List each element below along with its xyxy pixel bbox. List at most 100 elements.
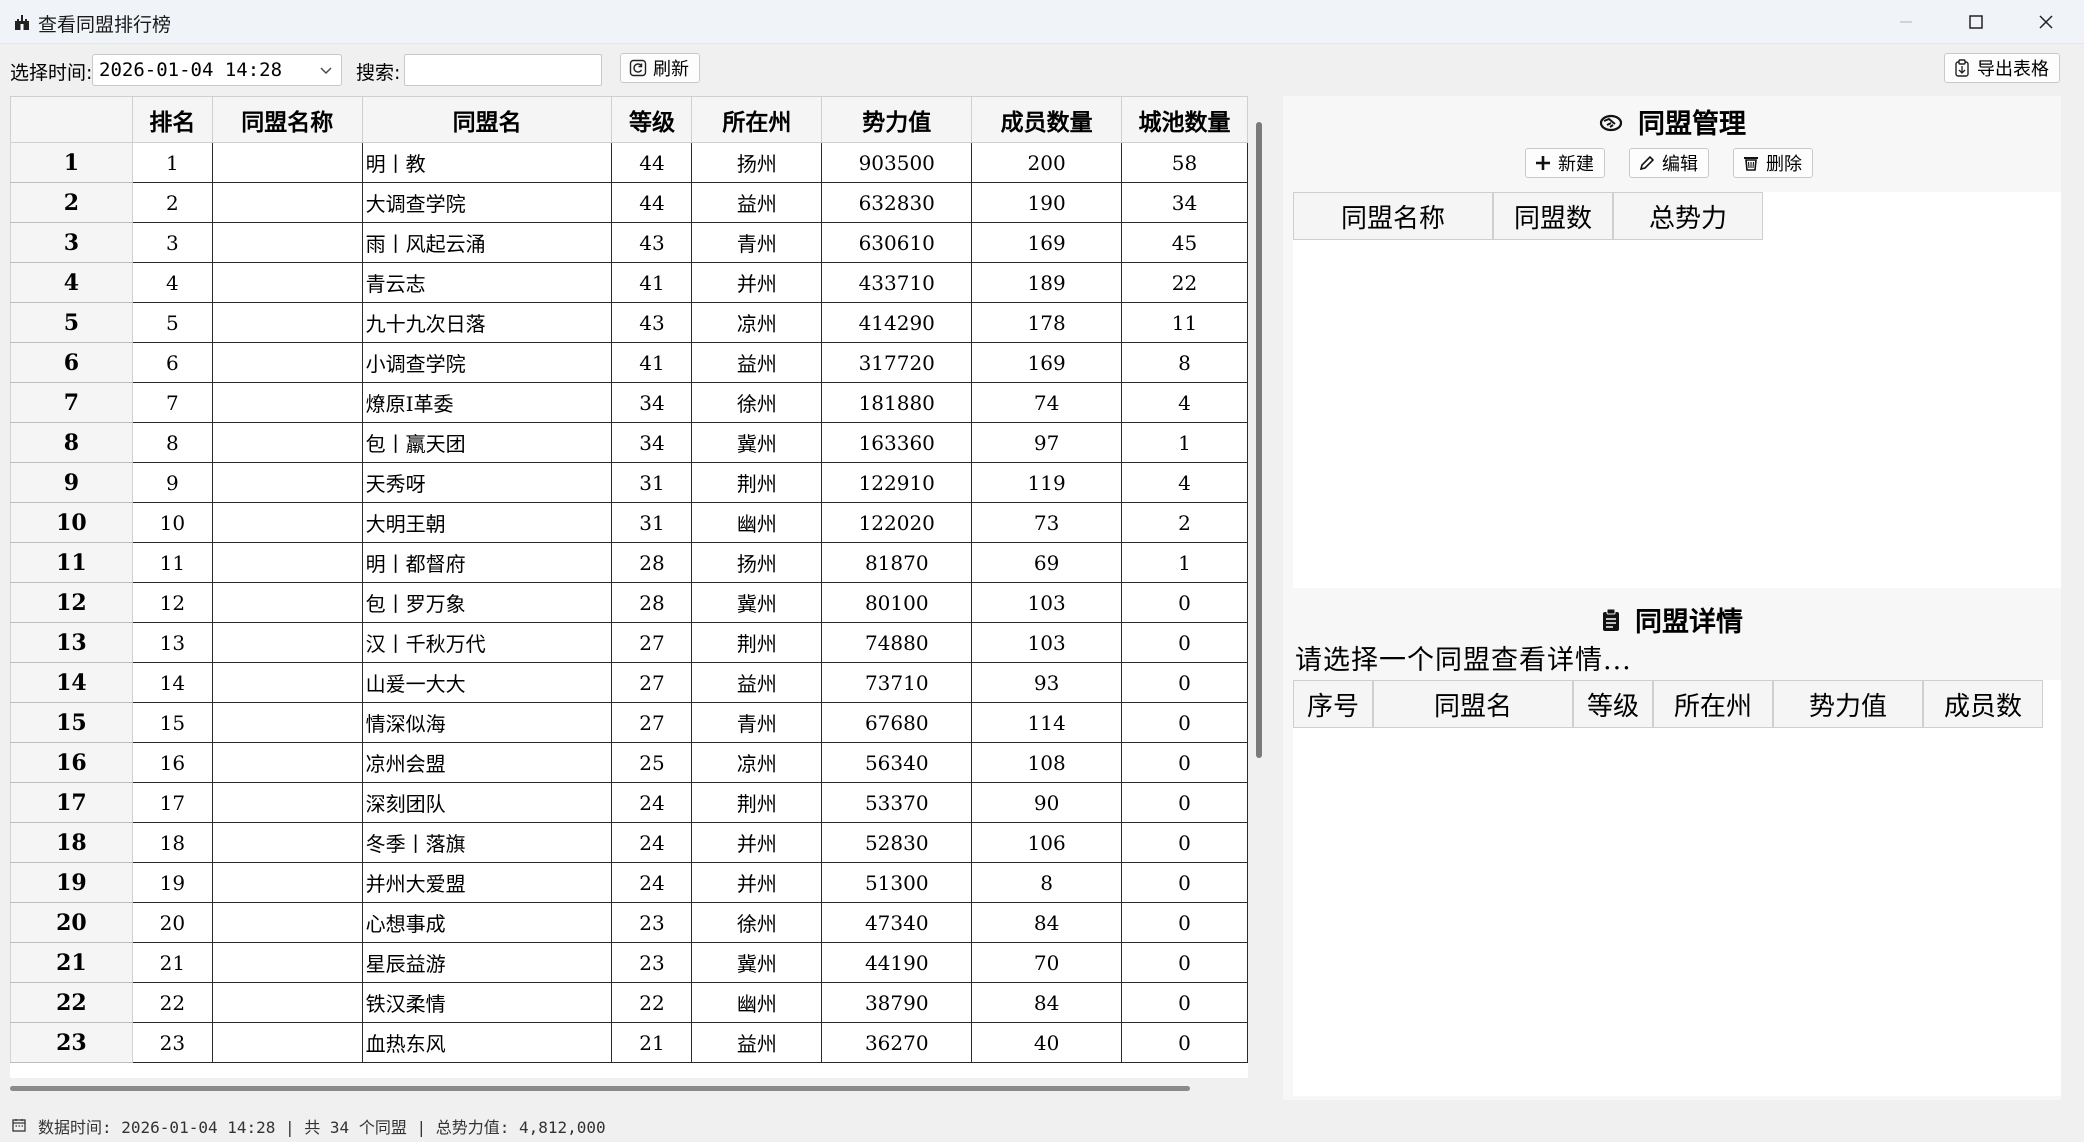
- cell-members[interactable]: 190: [971, 182, 1123, 223]
- alliance-group-list[interactable]: [1293, 192, 2061, 588]
- cell-alliance-name[interactable]: 天秀呀: [361, 462, 613, 503]
- cell-alliance-name[interactable]: 大明王朝: [361, 502, 613, 543]
- col-power[interactable]: 势力值: [821, 96, 973, 143]
- row-number[interactable]: 14: [10, 662, 133, 703]
- cell-members[interactable]: 189: [971, 262, 1123, 303]
- delete-alliance-button[interactable]: 删除: [1733, 148, 1813, 178]
- cell-cities[interactable]: 34: [1121, 182, 1248, 223]
- cell-rank[interactable]: 3: [131, 222, 213, 263]
- cell-members[interactable]: 84: [971, 982, 1123, 1023]
- col-group-count[interactable]: 同盟数: [1493, 192, 1613, 240]
- cell-rank[interactable]: 2: [131, 182, 213, 223]
- cell-alliance-name[interactable]: 情深似海: [361, 702, 613, 743]
- table-row[interactable]: 22 22 铁汉柔情 22 幽州 38790 84 0: [10, 982, 1248, 1023]
- cell-power[interactable]: 56340: [821, 742, 973, 783]
- table-row[interactable]: 19 19 并州大爱盟 24 并州 51300 8 0: [10, 862, 1248, 903]
- cell-cities[interactable]: 0: [1121, 982, 1248, 1023]
- cell-members[interactable]: 200: [971, 142, 1123, 183]
- cell-rank[interactable]: 19: [131, 862, 213, 903]
- cell-alliance-name[interactable]: 雨丨风起云涌: [361, 222, 613, 263]
- cell-state[interactable]: 凉州: [691, 302, 823, 343]
- cell-level[interactable]: 28: [611, 582, 693, 623]
- cell-power[interactable]: 632830: [821, 182, 973, 223]
- export-button[interactable]: 导出表格: [1944, 53, 2060, 83]
- cell-power[interactable]: 73710: [821, 662, 973, 703]
- cell-alliance-name[interactable]: 深刻团队: [361, 782, 613, 823]
- table-row[interactable]: 9 9 天秀呀 31 荆州 122910 119 4: [10, 462, 1248, 503]
- cell-group-name[interactable]: [211, 902, 363, 943]
- cell-cities[interactable]: 0: [1121, 742, 1248, 783]
- cell-state[interactable]: 荆州: [691, 782, 823, 823]
- cell-alliance-name[interactable]: 包丨罗万象: [361, 582, 613, 623]
- cell-power[interactable]: 51300: [821, 862, 973, 903]
- table-horizontal-scrollbar[interactable]: [10, 1084, 1248, 1092]
- cell-state[interactable]: 荆州: [691, 622, 823, 663]
- cell-state[interactable]: 荆州: [691, 462, 823, 503]
- col-total-power[interactable]: 总势力: [1613, 192, 1763, 240]
- cell-rank[interactable]: 23: [131, 1022, 213, 1063]
- cell-state[interactable]: 并州: [691, 862, 823, 903]
- search-input[interactable]: [404, 54, 602, 86]
- cell-group-name[interactable]: [211, 982, 363, 1023]
- table-row[interactable]: 8 8 包丨羸天团 34 冀州 163360 97 1: [10, 422, 1248, 463]
- cell-power[interactable]: 74880: [821, 622, 973, 663]
- cell-alliance-name[interactable]: 山爰一大大: [361, 662, 613, 703]
- cell-group-name[interactable]: [211, 462, 363, 503]
- cell-alliance-name[interactable]: 冬季丨落旗: [361, 822, 613, 863]
- col-group-name[interactable]: 同盟名称: [211, 96, 363, 143]
- ranking-table[interactable]: 排名 同盟名称 同盟名 等级 所在州 势力值 成员数量 城池数量 1 1 明丨教 44…: [10, 96, 1248, 1078]
- cell-group-name[interactable]: [211, 742, 363, 783]
- cell-alliance-name[interactable]: 铁汉柔情: [361, 982, 613, 1023]
- cell-state[interactable]: 青州: [691, 702, 823, 743]
- cell-group-name[interactable]: [211, 262, 363, 303]
- cell-alliance-name[interactable]: 明丨教: [361, 142, 613, 183]
- cell-cities[interactable]: 45: [1121, 222, 1248, 263]
- cell-level[interactable]: 28: [611, 542, 693, 583]
- cell-rank[interactable]: 20: [131, 902, 213, 943]
- col-alliance-name[interactable]: 同盟名: [361, 96, 613, 143]
- cell-members[interactable]: 93: [971, 662, 1123, 703]
- col-members[interactable]: 成员数量: [971, 96, 1123, 143]
- cell-state[interactable]: 扬州: [691, 142, 823, 183]
- row-number[interactable]: 5: [10, 302, 133, 343]
- cell-members[interactable]: 84: [971, 902, 1123, 943]
- row-number[interactable]: 15: [10, 702, 133, 743]
- cell-cities[interactable]: 0: [1121, 702, 1248, 743]
- cell-cities[interactable]: 0: [1121, 782, 1248, 823]
- cell-members[interactable]: 97: [971, 422, 1123, 463]
- cell-members[interactable]: 114: [971, 702, 1123, 743]
- cell-rank[interactable]: 6: [131, 342, 213, 383]
- cell-power[interactable]: 163360: [821, 422, 973, 463]
- cell-alliance-name[interactable]: 大调查学院: [361, 182, 613, 223]
- table-corner[interactable]: [10, 96, 133, 143]
- cell-rank[interactable]: 11: [131, 542, 213, 583]
- table-row[interactable]: 16 16 凉州会盟 25 凉州 56340 108 0: [10, 742, 1248, 783]
- table-row[interactable]: 23 23 血热东风 21 益州 36270 40 0: [10, 1022, 1248, 1063]
- cell-group-name[interactable]: [211, 182, 363, 223]
- cell-rank[interactable]: 14: [131, 662, 213, 703]
- cell-rank[interactable]: 12: [131, 582, 213, 623]
- alliance-member-list[interactable]: [1293, 680, 2061, 1096]
- horizontal-scroll-thumb[interactable]: [10, 1086, 1190, 1091]
- row-number[interactable]: 20: [10, 902, 133, 943]
- cell-group-name[interactable]: [211, 782, 363, 823]
- cell-rank[interactable]: 16: [131, 742, 213, 783]
- cell-rank[interactable]: 5: [131, 302, 213, 343]
- cell-power[interactable]: 44190: [821, 942, 973, 983]
- cell-members[interactable]: 74: [971, 382, 1123, 423]
- cell-cities[interactable]: 1: [1121, 542, 1248, 583]
- table-row[interactable]: 12 12 包丨罗万象 28 冀州 80100 103 0: [10, 582, 1248, 623]
- cell-state[interactable]: 青州: [691, 222, 823, 263]
- cell-state[interactable]: 徐州: [691, 382, 823, 423]
- cell-power[interactable]: 52830: [821, 822, 973, 863]
- cell-group-name[interactable]: [211, 382, 363, 423]
- cell-alliance-name[interactable]: 并州大爱盟: [361, 862, 613, 903]
- cell-members[interactable]: 103: [971, 622, 1123, 663]
- cell-alliance-name[interactable]: 血热东风: [361, 1022, 613, 1063]
- cell-rank[interactable]: 1: [131, 142, 213, 183]
- cell-power[interactable]: 81870: [821, 542, 973, 583]
- cell-alliance-name[interactable]: 九十九次日落: [361, 302, 613, 343]
- cell-level[interactable]: 27: [611, 622, 693, 663]
- cell-cities[interactable]: 0: [1121, 622, 1248, 663]
- cell-members[interactable]: 73: [971, 502, 1123, 543]
